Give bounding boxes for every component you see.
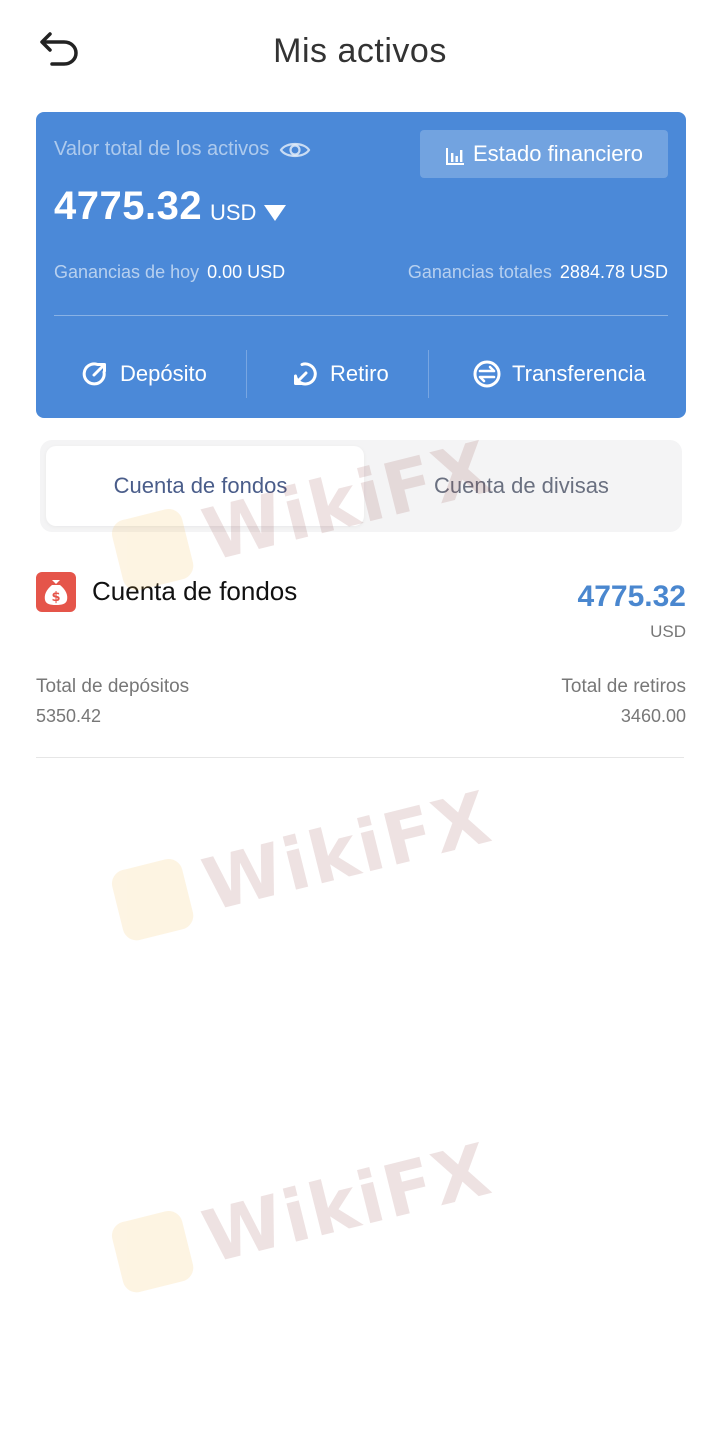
watermark-text: WikiFX [194, 1126, 500, 1280]
total-earnings-value: 2884.78 USD [559, 262, 668, 282]
total-withdrawals-value: 3460.00 [620, 706, 686, 726]
page-title: Mis activos [273, 32, 447, 70]
eye-icon[interactable] [279, 139, 311, 161]
withdraw-button[interactable]: Retiro [290, 350, 389, 398]
transfer-icon [473, 360, 501, 388]
bar-chart-icon [445, 145, 465, 165]
tab-funds-account[interactable]: Cuenta de fondos [40, 440, 361, 532]
currency-selector[interactable]: USD [210, 200, 287, 226]
card-divider [54, 315, 668, 316]
watermark: WikiFX [108, 775, 500, 949]
account-balance: 4775.32 [577, 580, 686, 613]
total-assets-value: 4775.32 [54, 184, 203, 228]
total-earnings: Ganancias totales 2884.78 USD [408, 262, 668, 283]
total-deposits-value: 5350.42 [36, 706, 102, 726]
transfer-button[interactable]: Transferencia [472, 350, 646, 398]
watermark-text: WikiFX [194, 774, 500, 928]
total-earnings-label: Ganancias totales [407, 262, 552, 282]
today-earnings-value: 0.00 USD [207, 262, 286, 282]
account-tabs: Cuenta de fondos Cuenta de divisas [40, 440, 682, 532]
asset-summary-card: Valor total de los activos Estado financ… [36, 112, 686, 418]
total-assets-label: Valor total de los activos [54, 138, 311, 161]
watermark: WikiFX [108, 1127, 500, 1301]
financial-statement-button[interactable]: Estado financiero [420, 130, 668, 178]
watermark-logo-icon [108, 1208, 197, 1296]
currency-label: USD [210, 200, 257, 225]
account-currency: USD [650, 622, 686, 641]
svg-text:$: $ [51, 590, 60, 605]
deposit-label: Depósito [120, 361, 207, 386]
action-separator [246, 350, 247, 398]
total-assets-label-text: Valor total de los activos [54, 138, 270, 160]
caret-down-icon [264, 205, 287, 221]
deposit-button[interactable]: Depósito [80, 350, 207, 398]
deposit-icon [82, 362, 106, 386]
total-withdrawals-label: Total de retiros [561, 676, 686, 697]
account-title: Cuenta de fondos [92, 576, 298, 606]
today-earnings-label: Ganancias de hoy [54, 262, 200, 282]
total-deposits-label: Total de depósitos [36, 676, 190, 697]
withdraw-label: Retiro [330, 361, 389, 386]
tab-forex-account[interactable]: Cuenta de divisas [361, 440, 682, 532]
top-bar: Mis activos [0, 0, 720, 104]
action-separator [428, 350, 429, 398]
financial-statement-label: Estado financiero [473, 141, 643, 166]
section-divider [36, 757, 684, 758]
money-bag-icon: $ [36, 572, 76, 612]
transfer-label: Transferencia [512, 361, 646, 386]
today-earnings: Ganancias de hoy 0.00 USD [54, 262, 285, 283]
watermark-logo-icon [108, 856, 197, 944]
withdraw-icon [294, 362, 317, 386]
